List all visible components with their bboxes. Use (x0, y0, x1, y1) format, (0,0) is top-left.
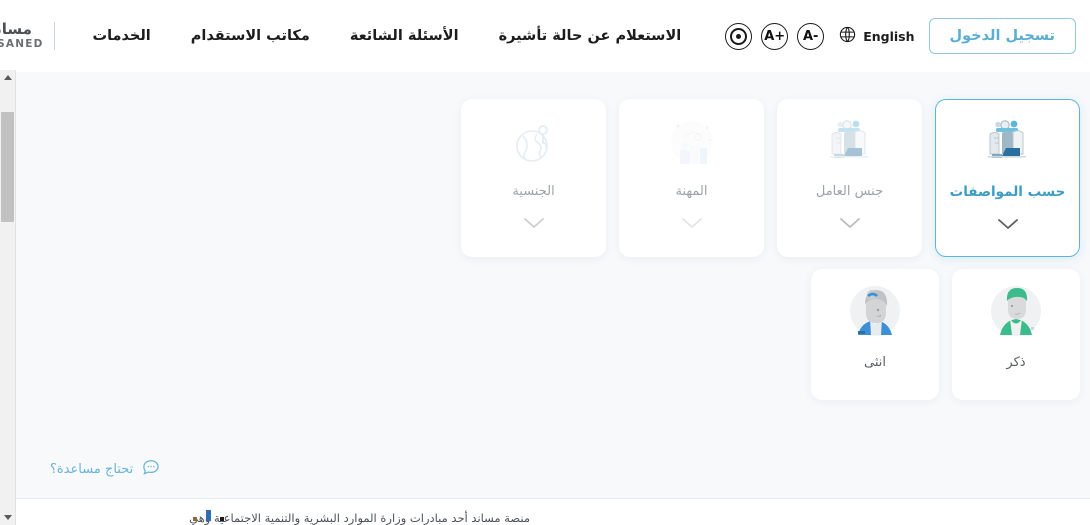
brand-name-arabic: مساند (0, 20, 32, 39)
gender-options-row: ذكر انثى (811, 269, 1080, 400)
eye-ring (730, 27, 748, 45)
filter-card-nationality[interactable]: الجنسية (461, 99, 606, 257)
chevron-down-icon (681, 214, 703, 233)
browser-page: تسجيل الدخول English A- A+ الاستعلام عن … (0, 0, 1090, 525)
site-header: تسجيل الدخول English A- A+ الاستعلام عن … (0, 0, 1090, 72)
filter-card-worker-gender[interactable]: جنس العامل (777, 99, 922, 257)
chat-bubble-icon (141, 457, 161, 481)
nav-recruitment-offices[interactable]: مكاتب الاستقدام (171, 28, 330, 44)
brand-name-english: MUSANED (0, 38, 44, 51)
filter-card-by-specifications[interactable]: حسب المواصفات (935, 99, 1080, 257)
two-faces-gears-icon (822, 116, 878, 170)
main-navigation: الاستعلام عن حالة تأشيرة الأسئلة الشائعة… (73, 28, 702, 44)
gender-option-male[interactable]: ذكر (952, 269, 1080, 400)
font-increase-button[interactable]: A+ (761, 22, 789, 50)
language-switcher[interactable]: English (838, 25, 915, 48)
chevron-down-icon (523, 214, 545, 233)
filter-card-label: الجنسية (512, 184, 555, 199)
gender-option-label: ذكر (1006, 355, 1026, 370)
gender-option-female[interactable]: انثى (811, 269, 939, 400)
footer-decoration (111, 510, 224, 521)
login-button[interactable]: تسجيل الدخول (928, 18, 1076, 54)
help-label: تحتاج مساعدة؟ (50, 461, 134, 477)
page-scrollbar[interactable] (0, 70, 16, 525)
font-decrease-button[interactable]: A- (797, 22, 825, 50)
nav-visa-status-inquiry[interactable]: الاستعلام عن حالة تأشيرة (479, 28, 702, 44)
filter-card-label: حسب المواصفات (949, 184, 1066, 200)
footer-dot (206, 510, 211, 521)
scrollbar-thumb[interactable] (1, 112, 14, 222)
chevron-down-icon (839, 214, 861, 233)
chevron-down-icon (997, 215, 1019, 234)
footer-description: منصة مساند أحد مبادرات وزارة الموارد الب… (189, 511, 530, 525)
footer-dot (220, 517, 224, 521)
filter-card-profession[interactable]: المهنة (619, 99, 764, 257)
eye-contrast-icon[interactable] (725, 22, 753, 50)
site-logo[interactable]: مساند MUSANED (0, 16, 57, 56)
two-faces-gears-icon (980, 116, 1036, 170)
nav-faq[interactable]: الأسئلة الشائعة (330, 28, 479, 44)
page-content: حسب المواصفات جنس العامل المهنة الجنسية … (15, 72, 1090, 525)
scroll-up-arrow-icon[interactable] (0, 70, 15, 85)
eye-pupil (736, 33, 742, 39)
globe-pin-icon (509, 116, 559, 170)
filter-card-label: جنس العامل (815, 184, 884, 199)
help-widget[interactable]: تحتاج مساعدة؟ (50, 457, 161, 481)
language-label: English (863, 28, 915, 44)
nav-services[interactable]: الخدمات (73, 28, 171, 44)
scroll-down-arrow-icon[interactable] (0, 510, 15, 525)
globe-language-icon (838, 25, 857, 48)
worker-profession-icon (666, 116, 718, 170)
accessibility-tools: A- A+ (725, 22, 825, 50)
female-avatar-icon (847, 283, 903, 343)
brand-wordmark: مساند MUSANED (0, 22, 55, 50)
male-avatar-icon (988, 283, 1044, 343)
site-footer: منصة مساند أحد مبادرات وزارة الموارد الب… (15, 498, 1090, 525)
footer-dot (193, 517, 197, 521)
filter-card-label: المهنة (675, 184, 708, 199)
gender-option-label: انثى (864, 355, 886, 370)
filter-cards-row: حسب المواصفات جنس العامل المهنة الجنسية (461, 99, 1080, 257)
